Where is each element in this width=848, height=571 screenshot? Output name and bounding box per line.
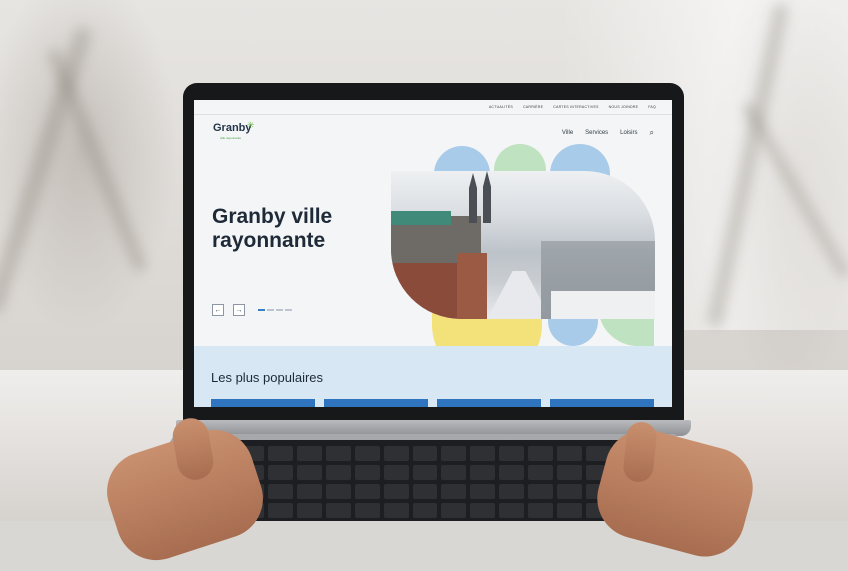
keyboard-key: [499, 503, 525, 518]
keyboard-key: [383, 446, 409, 461]
slide-dot[interactable]: [276, 309, 283, 311]
keyboard-key: [499, 484, 525, 499]
keyboard-key: [557, 503, 583, 518]
keyboard-key: [470, 446, 496, 461]
keyboard-key: [441, 484, 467, 499]
keyboard-key: [296, 446, 322, 461]
nav-item-services[interactable]: Services: [585, 130, 608, 136]
prev-slide-button[interactable]: ←: [212, 304, 224, 316]
keyboard-key: [499, 446, 525, 461]
keyboard-key: [383, 484, 409, 499]
keyboard-key: [325, 465, 351, 480]
church-spire: [469, 173, 477, 223]
next-slide-button[interactable]: →: [233, 304, 245, 316]
keyboard-key: [354, 503, 380, 518]
popular-tile[interactable]: [437, 399, 541, 407]
keyboard-key: [412, 465, 438, 480]
keyboard-key: [557, 484, 583, 499]
keyboard-key: [267, 503, 293, 518]
utility-link-maps[interactable]: CARTES INTERACTIVES: [553, 105, 598, 109]
popular-title: Les plus populaires: [211, 370, 324, 385]
keyboard-key: [296, 465, 322, 480]
keyboard-key: [267, 484, 293, 499]
utility-link-faq[interactable]: FAQ: [648, 105, 656, 109]
slide-indicators: [258, 309, 292, 311]
popular-tiles: [211, 399, 654, 407]
utility-link-contact[interactable]: NOUS JOINDRE: [609, 105, 639, 109]
search-icon[interactable]: ⌕: [650, 128, 654, 138]
sun-logo-icon: ✳: [247, 120, 255, 130]
popular-tile[interactable]: [324, 399, 428, 407]
keyboard-key: [325, 446, 351, 461]
utility-nav: ACTUALITÉS CARRIÈRE CARTES INTERACTIVES …: [194, 100, 672, 114]
church-spire: [483, 171, 491, 223]
keyboard-key: [528, 465, 554, 480]
keyboard-key: [383, 503, 409, 518]
keyboard-key: [557, 465, 583, 480]
hero-photo: [391, 171, 655, 319]
nav-item-loisirs[interactable]: Loisirs: [620, 130, 637, 136]
slide-dot[interactable]: [267, 309, 274, 311]
keyboard-key: [354, 484, 380, 499]
keyboard-key: [470, 503, 496, 518]
logo-tagline: ville rayonnante: [220, 136, 242, 140]
keyboard: [196, 440, 654, 521]
nav-item-ville[interactable]: Ville: [562, 130, 573, 136]
keyboard-key: [296, 484, 322, 499]
keyboard-key: [383, 465, 409, 480]
church-roof: [391, 211, 451, 225]
utility-link-careers[interactable]: CARRIÈRE: [523, 105, 543, 109]
utility-link-news[interactable]: ACTUALITÉS: [489, 105, 513, 109]
header-divider: [194, 114, 672, 115]
keyboard-key: [441, 465, 467, 480]
keyboard-key: [528, 446, 554, 461]
laptop-screen: ACTUALITÉS CARRIÈRE CARTES INTERACTIVES …: [194, 100, 672, 407]
main-nav: Ville Services Loisirs ⌕: [562, 128, 654, 138]
keyboard-key: [470, 465, 496, 480]
keyboard-key: [470, 484, 496, 499]
keyboard-key: [296, 503, 322, 518]
keyboard-key: [267, 465, 293, 480]
theatre-building: [457, 253, 487, 319]
keyboard-key: [412, 503, 438, 518]
keyboard-key: [499, 465, 525, 480]
keyboard-key: [528, 503, 554, 518]
hero-title: Granby ville rayonnante: [212, 205, 333, 252]
keyboard-key: [354, 465, 380, 480]
keyboard-key: [412, 446, 438, 461]
popular-tile[interactable]: [550, 399, 654, 407]
snow-ground: [551, 291, 655, 319]
keyboard-key: [354, 446, 380, 461]
keyboard-key: [557, 446, 583, 461]
site-logo[interactable]: Granby: [213, 122, 252, 134]
brick-building: [391, 263, 461, 319]
popular-tile[interactable]: [211, 399, 315, 407]
laptop-hinge: [176, 420, 691, 436]
keyboard-key: [267, 446, 293, 461]
keyboard-key: [441, 503, 467, 518]
keyboard-key: [528, 484, 554, 499]
popular-section: Les plus populaires: [194, 346, 672, 407]
keyboard-key: [441, 446, 467, 461]
slide-dot[interactable]: [285, 309, 292, 311]
keyboard-key: [325, 484, 351, 499]
slide-dot[interactable]: [258, 309, 265, 311]
keyboard-key: [412, 484, 438, 499]
keyboard-key: [325, 503, 351, 518]
